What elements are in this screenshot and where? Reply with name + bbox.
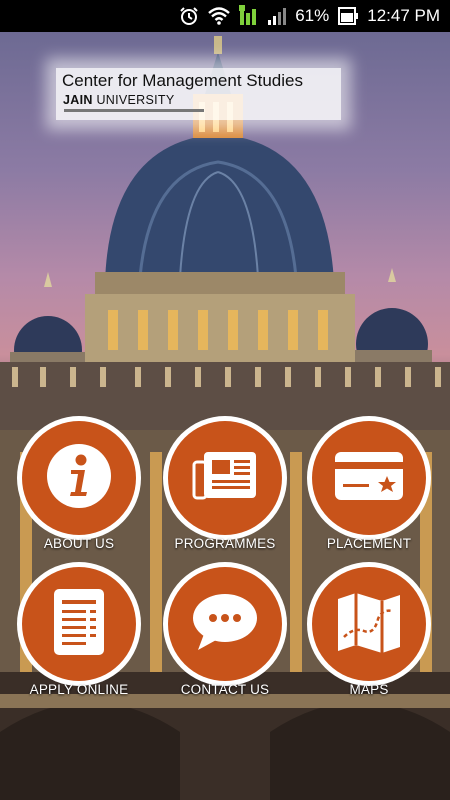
contact-us-button[interactable]: CONTACT US: [160, 562, 290, 712]
apply-online-label: APPLY ONLINE: [29, 682, 129, 697]
contact-us-label: CONTACT US: [180, 682, 270, 697]
battery-icon: [337, 5, 359, 27]
programmes-label: PROGRAMMES: [174, 536, 276, 551]
status-bar: 61% 12:47 PM: [0, 0, 450, 32]
maps-circle[interactable]: [307, 562, 431, 686]
about-us-label: ABOUT US: [43, 536, 115, 551]
placement-button[interactable]: PLACEMENT: [304, 416, 434, 566]
apply-online-button[interactable]: APPLY ONLINE: [14, 562, 144, 712]
maps-label: MAPS: [349, 682, 389, 697]
placement-label: PLACEMENT: [326, 536, 412, 551]
alarm-icon: [179, 6, 199, 26]
about-us-button[interactable]: ABOUT US: [14, 416, 144, 566]
logo-brand: JAIN UNIVERSITY: [63, 93, 174, 107]
programmes-button[interactable]: PROGRAMMES: [160, 416, 290, 566]
wifi-icon: [207, 6, 231, 26]
about-us-circle[interactable]: [17, 416, 141, 540]
chat-bubble-icon: [190, 590, 260, 659]
contact-us-circle[interactable]: [163, 562, 287, 686]
info-icon: [45, 442, 113, 515]
battery-percent: 61%: [295, 6, 330, 25]
placement-circle[interactable]: [307, 416, 431, 540]
logo-fine-print: [64, 109, 204, 112]
logo-brand-rest: UNIVERSITY: [92, 93, 175, 107]
university-logo: Center for Management Studies JAIN UNIVE…: [56, 68, 341, 120]
form-document-icon: [51, 586, 107, 663]
map-icon: [334, 589, 404, 660]
data-signal-icon: [239, 5, 259, 27]
programmes-circle[interactable]: [163, 416, 287, 540]
apply-online-circle[interactable]: [17, 562, 141, 686]
logo-brand-bold: JAIN: [63, 93, 93, 107]
logo-title: Center for Management Studies: [62, 71, 303, 90]
maps-button[interactable]: MAPS: [304, 562, 434, 712]
card-star-icon: [333, 450, 405, 507]
cell-signal-icon: [267, 6, 287, 26]
newspaper-icon: [190, 448, 260, 509]
clock: 12:47 PM: [367, 6, 440, 25]
